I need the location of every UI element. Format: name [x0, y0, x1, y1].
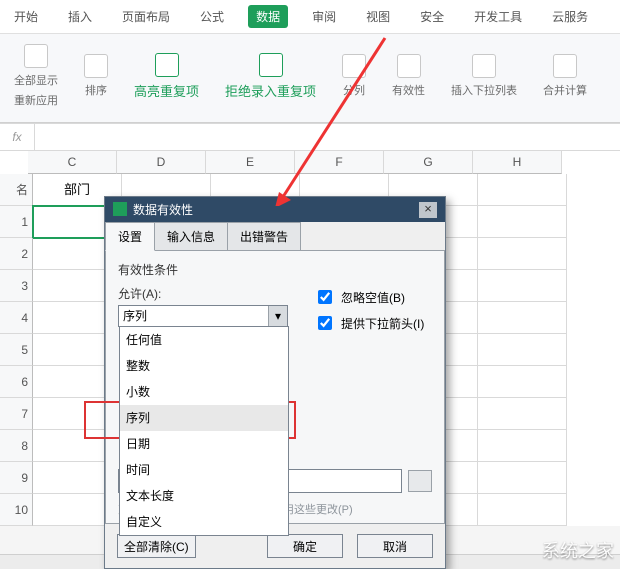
col-head[interactable]: H [473, 151, 562, 174]
validity-button[interactable]: 有效性 [386, 50, 431, 102]
filter-icon [24, 44, 48, 68]
tab-error-alert[interactable]: 出错警告 [227, 222, 301, 251]
reject-dup-icon [259, 53, 283, 77]
row-head[interactable]: 3 [0, 270, 33, 302]
tab-cloud[interactable]: 云服务 [546, 4, 594, 29]
range-picker-icon[interactable] [408, 470, 432, 492]
merge-button[interactable]: 合并计算 [537, 50, 593, 102]
tab-formula[interactable]: 公式 [194, 4, 230, 29]
highlight-dup-icon [155, 53, 179, 77]
insert-dropdown-button[interactable]: 插入下拉列表 [445, 50, 523, 102]
tab-input-message[interactable]: 输入信息 [154, 222, 228, 251]
reject-dup-button[interactable]: 拒绝录入重复项 [219, 49, 322, 104]
row-head[interactable]: 4 [0, 302, 33, 334]
tab-insert[interactable]: 插入 [62, 4, 98, 29]
col-head[interactable]: F [295, 151, 384, 174]
validity-icon [397, 54, 421, 78]
option-dec[interactable]: 小数 [120, 379, 288, 405]
tab-layout[interactable]: 页面布局 [116, 4, 176, 29]
col-head[interactable]: D [117, 151, 206, 174]
dropdown-arrow-checkbox[interactable]: 提供下拉箭头(I) [314, 313, 424, 333]
tab-data[interactable]: 数据 [248, 5, 288, 28]
insert-dropdown-icon [472, 54, 496, 78]
col-head[interactable]: G [384, 151, 473, 174]
filter-all-button[interactable]: 全部显示 重新应用 [8, 40, 64, 112]
option-textlen[interactable]: 文本长度 [120, 483, 288, 509]
app-icon [113, 202, 127, 216]
option-int[interactable]: 整数 [120, 353, 288, 379]
ribbon-body: 全部显示 重新应用 排序 高亮重复项 拒绝录入重复项 分列 有效性 插入下拉列表… [0, 34, 620, 123]
tab-review[interactable]: 审阅 [306, 4, 342, 29]
row-head[interactable]: 5 [0, 334, 33, 366]
merge-icon [553, 54, 577, 78]
allow-dropdown: 任何值 整数 小数 序列 日期 时间 文本长度 自定义 [119, 326, 289, 536]
clear-all-button[interactable]: 全部清除(C) [117, 534, 196, 558]
dialog-body: 有效性条件 允许(A): 序列 ▾ 任何值 整数 小数 序列 日期 时间 [105, 250, 445, 524]
row-head[interactable]: 6 [0, 366, 33, 398]
tab-security[interactable]: 安全 [414, 4, 450, 29]
split-button[interactable]: 分列 [336, 50, 372, 102]
tab-view[interactable]: 视图 [360, 4, 396, 29]
tab-dev[interactable]: 开发工具 [468, 4, 528, 29]
col-head[interactable]: E [206, 151, 295, 174]
dialog-titlebar[interactable]: 数据有效性 × [105, 197, 445, 222]
option-list[interactable]: 序列 [120, 405, 288, 431]
ok-button[interactable]: 确定 [267, 534, 343, 558]
allow-label: 允许(A): [118, 285, 290, 302]
formula-bar: fx [0, 123, 620, 151]
split-icon [342, 54, 366, 78]
row-head[interactable]: 1 [0, 206, 33, 238]
row-head[interactable]: 2 [0, 238, 33, 270]
tab-start[interactable]: 开始 [8, 4, 44, 29]
option-any[interactable]: 任何值 [120, 327, 288, 353]
data-validation-dialog: 数据有效性 × 设置 输入信息 出错警告 有效性条件 允许(A): 序列 ▾ 任… [104, 196, 446, 569]
row-head[interactable]: 10 [0, 494, 33, 526]
condition-label: 有效性条件 [118, 261, 432, 278]
dialog-tabs: 设置 输入信息 出错警告 [105, 222, 445, 251]
row-head[interactable]: 名 [0, 174, 33, 206]
option-date[interactable]: 日期 [120, 431, 288, 457]
fx-label[interactable]: fx [0, 124, 35, 150]
ignore-blank-checkbox[interactable]: 忽略空值(B) [314, 287, 424, 307]
row-head[interactable]: 9 [0, 462, 33, 494]
option-time[interactable]: 时间 [120, 457, 288, 483]
close-icon[interactable]: × [419, 202, 437, 218]
row-head[interactable]: 8 [0, 430, 33, 462]
sort-icon [84, 54, 108, 78]
highlight-dup-button[interactable]: 高亮重复项 [128, 49, 205, 104]
col-head[interactable]: C [28, 151, 117, 174]
column-headers: C D E F G H [28, 151, 620, 174]
cancel-button[interactable]: 取消 [357, 534, 433, 558]
allow-select[interactable]: 序列 ▾ 任何值 整数 小数 序列 日期 时间 文本长度 自定义 [118, 305, 288, 327]
sort-button[interactable]: 排序 [78, 50, 114, 102]
option-custom[interactable]: 自定义 [120, 509, 288, 535]
watermark-badge: 系统之家 [542, 537, 614, 563]
chevron-down-icon: ▾ [268, 306, 287, 326]
row-head[interactable]: 7 [0, 398, 33, 430]
ribbon-tabs: 开始 插入 页面布局 公式 数据 审阅 视图 安全 开发工具 云服务 [0, 0, 620, 34]
tab-settings[interactable]: 设置 [105, 222, 155, 251]
